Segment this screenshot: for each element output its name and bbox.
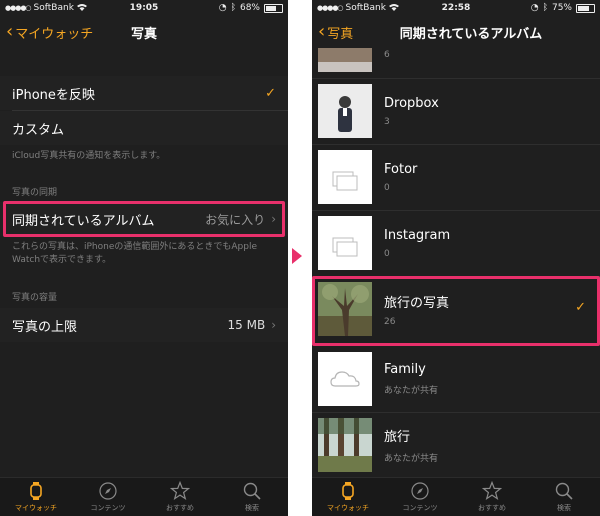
tab-label: おすすめ	[166, 504, 194, 512]
watch-icon	[342, 482, 354, 500]
tab-content[interactable]: コンテンツ	[384, 478, 456, 516]
album-row-partial[interactable]: 6	[312, 48, 600, 76]
tab-label: 検索	[557, 504, 571, 512]
album-count: あなたが共有	[384, 454, 439, 464]
album-thumbnail	[318, 216, 372, 270]
sync-footnote: これらの写真は、iPhoneの通信範囲外にあるときでもApple Watchで表…	[12, 242, 258, 265]
chevron-left-icon: ‹	[318, 21, 326, 42]
cell-value: 15 MB	[227, 318, 266, 332]
album-thumbnail	[318, 418, 372, 472]
tab-my-watch[interactable]: マイウォッチ	[312, 478, 384, 516]
star-icon	[482, 481, 502, 500]
signal-icon: ●●●●○	[317, 4, 344, 12]
album-row-family[interactable]: Family あなたが共有	[312, 346, 600, 412]
tab-featured[interactable]: おすすめ	[144, 478, 216, 516]
tab-label: 検索	[245, 504, 259, 512]
left-screen: ●●●●○ SoftBank 19:05 ◔ ᛒ 68% ‹ マイウォッチ 写真…	[0, 0, 288, 516]
album-thumbnail	[318, 150, 372, 204]
album-name: 旅行	[384, 430, 411, 445]
battery-icon	[264, 3, 283, 13]
tab-label: マイウォッチ	[15, 504, 57, 512]
status-bar: ●●●●○ SoftBank 19:05 ◔ ᛒ 68%	[0, 0, 288, 16]
navigation-bar: ‹ 写真 同期されているアルバム	[312, 16, 600, 48]
signal-icon: ●●●●○	[5, 4, 32, 12]
wifi-icon	[76, 3, 87, 14]
photo-limit-cell[interactable]: 写真の上限 15 MB ›	[0, 308, 288, 342]
tab-search[interactable]: 検索	[528, 478, 600, 516]
highlight-frame	[3, 201, 285, 237]
album-thumbnail	[318, 48, 372, 72]
option-label: カスタム	[12, 122, 65, 138]
album-name: Instagram	[384, 227, 451, 243]
tab-search[interactable]: 検索	[216, 478, 288, 516]
checkmark-icon: ✓	[265, 85, 276, 101]
tab-featured[interactable]: おすすめ	[456, 478, 528, 516]
right-screen: ●●●●○ SoftBank 22:58 ◔ ᛒ 75% ‹ 写真 同期されてい…	[312, 0, 600, 516]
highlight-frame	[312, 276, 600, 346]
tab-label: おすすめ	[478, 504, 506, 512]
album-name: Fotor	[384, 161, 418, 177]
chevron-right-icon: ›	[271, 318, 276, 332]
tab-bar: マイウォッチ コンテンツ おすすめ 検索	[0, 477, 288, 516]
compass-icon	[411, 482, 429, 500]
battery-percent: 75%	[551, 3, 572, 13]
album-row-instagram[interactable]: Instagram 0	[312, 210, 600, 276]
folder-icon	[318, 216, 372, 270]
album-row-travel[interactable]: 旅行 あなたが共有	[312, 412, 600, 478]
navigation-bar: ‹ マイウォッチ 写真	[0, 16, 288, 48]
tab-my-watch[interactable]: マイウォッチ	[0, 478, 72, 516]
carrier-label: SoftBank	[345, 3, 386, 13]
watch-icon	[30, 482, 42, 500]
status-bar: ●●●●○ SoftBank 22:58 ◔ ᛒ 75%	[312, 0, 600, 16]
lock-rotation-icon: ◔	[530, 3, 539, 13]
compass-icon	[99, 482, 117, 500]
lock-rotation-icon: ◔	[218, 3, 227, 13]
option-mirror-iphone[interactable]: iPhoneを反映 ✓	[0, 76, 288, 110]
album-count: 0	[384, 248, 390, 259]
capacity-section-header: 写真の容量	[12, 293, 58, 303]
bluetooth-icon: ᛒ	[542, 3, 548, 13]
page-title: 同期されているアルバム	[399, 26, 543, 42]
page-title: 写真	[130, 26, 157, 42]
transition-arrow	[292, 248, 302, 264]
tab-label: コンテンツ	[402, 504, 438, 512]
album-name: Dropbox	[384, 95, 439, 111]
tab-label: マイウォッチ	[327, 504, 369, 512]
album-count: あなたが共有	[384, 386, 439, 396]
bluetooth-icon: ᛒ	[230, 3, 236, 13]
battery-percent: 68%	[239, 3, 260, 13]
mirror-footnote: iCloud写真共有の通知を表示します。	[12, 151, 166, 161]
folder-icon	[318, 150, 372, 204]
sync-section-header: 写真の同期	[12, 188, 58, 198]
wifi-icon	[388, 3, 399, 14]
tab-bar: マイウォッチ コンテンツ おすすめ 検索	[312, 477, 600, 516]
carrier-label: SoftBank	[33, 3, 74, 13]
tab-content[interactable]: コンテンツ	[72, 478, 144, 516]
album-name: Family	[384, 362, 426, 377]
search-icon	[243, 482, 261, 500]
tab-label: コンテンツ	[90, 504, 126, 512]
album-count: 3	[384, 116, 390, 127]
album-count: 0	[384, 182, 390, 193]
star-icon	[170, 481, 190, 500]
album-count: 6	[384, 50, 390, 60]
battery-icon	[576, 3, 595, 13]
search-icon	[555, 482, 573, 500]
album-thumbnail	[318, 84, 372, 138]
album-row-dropbox[interactable]: Dropbox 3	[312, 78, 600, 144]
album-row-fotor[interactable]: Fotor 0	[312, 144, 600, 210]
cloud-icon	[318, 352, 372, 406]
cell-label: 写真の上限	[12, 319, 78, 335]
option-custom[interactable]: カスタム	[0, 111, 288, 145]
album-thumbnail	[318, 352, 372, 406]
option-label: iPhoneを反映	[12, 87, 95, 103]
